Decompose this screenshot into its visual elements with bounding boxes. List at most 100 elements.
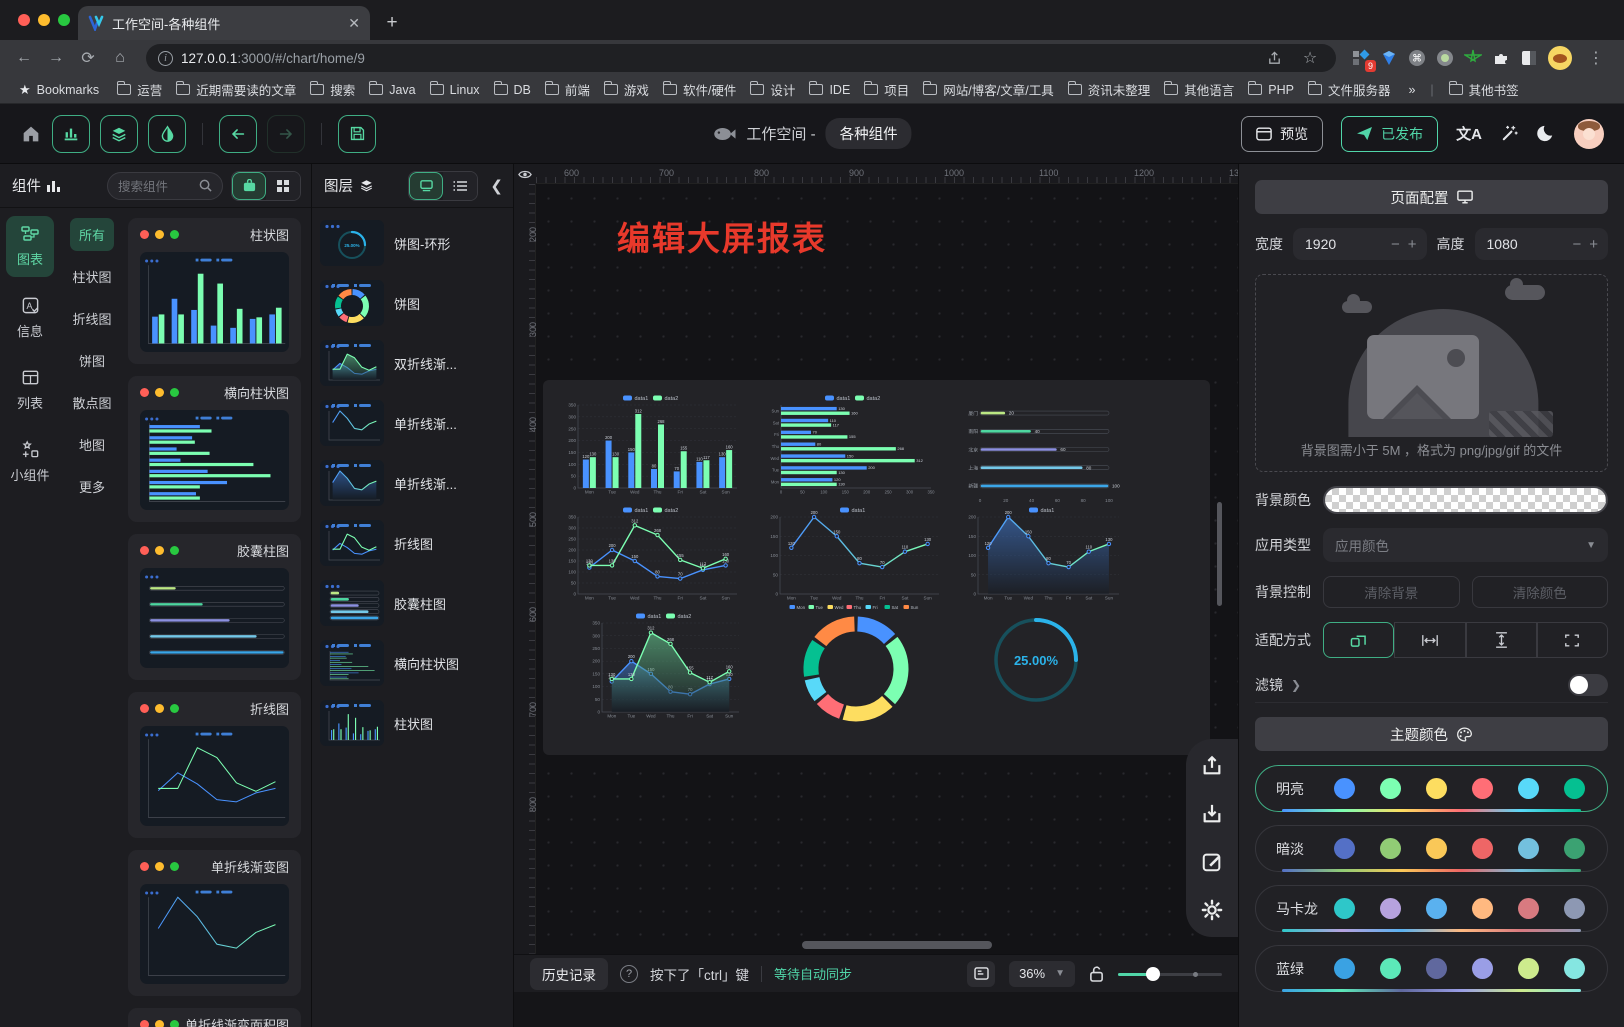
import-button[interactable] xyxy=(1199,801,1225,827)
bookmark-item[interactable]: 网站/博客/文章/工具 xyxy=(916,77,1060,102)
height-input[interactable]: 1080 −+ xyxy=(1475,228,1609,260)
layout-panel-button[interactable] xyxy=(967,961,995,987)
profile-avatar[interactable] xyxy=(1548,46,1572,70)
app-type-select[interactable]: 应用颜色 ▼ xyxy=(1323,528,1608,562)
undo-button[interactable] xyxy=(219,115,257,153)
single-view-toggle[interactable] xyxy=(232,172,266,200)
fit-width-option[interactable] xyxy=(1394,622,1465,658)
app-home-icon[interactable] xyxy=(20,123,42,145)
layer-item-饼图-环形[interactable]: 25.00%饼图-环形 xyxy=(320,220,505,266)
canvas-chart-area2[interactable]: data1data2050100150200250300350MonTueWed… xyxy=(587,610,745,722)
clear-color-button[interactable]: 清除颜色 xyxy=(1472,576,1609,608)
bookmark-item[interactable]: 其他语言 xyxy=(1157,77,1241,102)
horizontal-scrollbar[interactable] xyxy=(802,941,992,949)
bookmark-item[interactable]: 文件服务器 xyxy=(1301,77,1398,102)
canvas-chart-hbar2[interactable]: data1data2050100150200250300350MonTueWed… xyxy=(765,392,945,498)
background-upload-dropzone[interactable]: 背景图需小于 5M ，格式为 png/jpg/gif 的文件 xyxy=(1255,274,1608,472)
design-screen[interactable]: data1data2050100150200250300350MonTueWed… xyxy=(543,380,1210,755)
layer-item-单折线渐...[interactable]: 单折线渐... xyxy=(320,400,505,446)
bookmark-item[interactable]: 软件/硬件 xyxy=(656,77,743,102)
home-icon[interactable]: ⌂ xyxy=(106,44,134,72)
browser-menu-icon[interactable]: ⋮ xyxy=(1582,44,1610,72)
browser-tab[interactable]: 工作空间-各种组件 ✕ xyxy=(78,6,370,40)
settings-gear-button[interactable] xyxy=(1199,897,1225,923)
bookmark-item[interactable]: 设计 xyxy=(743,77,802,102)
sidebar-tab-信息[interactable]: A信息 xyxy=(6,287,54,349)
extension-dot-icon[interactable] xyxy=(1436,49,1454,67)
project-name-pill[interactable]: 各种组件 xyxy=(826,118,912,149)
share-icon[interactable] xyxy=(1260,44,1288,72)
fit-full-option[interactable] xyxy=(1537,622,1608,658)
bookmark-item[interactable]: Java xyxy=(362,80,422,100)
other-bookmarks[interactable]: 其他书签 xyxy=(1442,77,1526,102)
language-toggle-icon[interactable]: 文A xyxy=(1456,123,1482,144)
tab-close-icon[interactable]: ✕ xyxy=(348,15,360,32)
canvas-chart-line1[interactable]: data1050100150200MonTueWedThuFriSatSun12… xyxy=(765,504,945,604)
layer-item-横向柱状图[interactable]: 横向柱状图 xyxy=(320,640,505,686)
height-minus-button[interactable]: − xyxy=(1572,236,1581,253)
canvas-chart-ring[interactable]: 25.00% xyxy=(981,598,1091,716)
layers-panel-toggle-button[interactable] xyxy=(100,115,138,153)
search-input[interactable]: 搜索组件 xyxy=(107,172,223,200)
height-plus-button[interactable]: + xyxy=(1589,236,1598,253)
fit-scale-option[interactable] xyxy=(1323,622,1394,658)
bookmark-item[interactable]: IDE xyxy=(802,80,857,100)
save-button[interactable] xyxy=(338,115,376,153)
canvas-chart-bar2[interactable]: data1data2050100150200250300350MonTueWed… xyxy=(563,392,743,498)
fit-height-option[interactable] xyxy=(1466,622,1537,658)
bookmark-item[interactable]: 项目 xyxy=(857,77,916,102)
export-button[interactable] xyxy=(1199,753,1225,779)
clear-background-button[interactable]: 清除背景 xyxy=(1323,576,1460,608)
site-info-icon[interactable]: i xyxy=(158,51,173,66)
sidebar-tab-图表[interactable]: 图表 xyxy=(6,216,54,277)
bookmark-item[interactable]: 运营 xyxy=(110,77,169,102)
vertical-scrollbar[interactable] xyxy=(1217,502,1222,606)
zoom-window-button[interactable] xyxy=(58,14,70,26)
close-window-button[interactable] xyxy=(18,14,30,26)
theme-row-暗淡[interactable]: 暗淡 xyxy=(1255,825,1608,872)
forward-icon[interactable]: → xyxy=(42,44,70,72)
publish-button[interactable]: 已发布 xyxy=(1341,116,1438,152)
bg-color-swatch[interactable] xyxy=(1323,486,1608,514)
category-柱状图[interactable]: 柱状图 xyxy=(64,260,121,293)
theme-row-马卡龙[interactable]: 马卡龙 xyxy=(1255,885,1608,932)
reload-icon[interactable]: ⟳ xyxy=(74,44,102,72)
back-icon[interactable]: ← xyxy=(10,44,38,72)
new-tab-button[interactable]: + xyxy=(378,9,406,37)
zoom-level-select[interactable]: 36% ▼ xyxy=(1009,961,1075,987)
width-plus-button[interactable]: + xyxy=(1408,236,1417,253)
category-所有[interactable]: 所有 xyxy=(70,218,114,251)
bookmark-item[interactable]: Linux xyxy=(423,80,487,100)
component-card-折线图[interactable]: 折线图 xyxy=(128,692,301,838)
minimize-window-button[interactable] xyxy=(38,14,50,26)
ruler-eye-toggle[interactable] xyxy=(514,164,536,184)
page-config-header[interactable]: 页面配置 xyxy=(1255,180,1608,214)
component-card-横向柱状图[interactable]: 横向柱状图 xyxy=(128,376,301,522)
category-更多[interactable]: 更多 xyxy=(70,470,114,503)
canvas-chart-capsule[interactable]: 厦门20南阳40北京60上海80新疆100020406080100 xyxy=(963,396,1125,508)
chevron-right-icon[interactable]: ❯ xyxy=(1291,678,1301,692)
component-card-柱状图[interactable]: 柱状图 xyxy=(128,218,301,364)
component-card-单折线渐变面积图[interactable]: 单折线渐变面积图 xyxy=(128,1008,301,1027)
user-avatar[interactable] xyxy=(1574,119,1604,149)
layer-item-双折线渐...[interactable]: 双折线渐... xyxy=(320,340,505,386)
puzzle-extensions-icon[interactable] xyxy=(1492,49,1510,67)
details-panel-toggle-button[interactable] xyxy=(148,115,186,153)
collapse-panel-chevron[interactable]: ❮ xyxy=(484,177,505,195)
sidebar-tab-列表[interactable]: 列表 xyxy=(6,359,54,421)
list-view-toggle[interactable] xyxy=(443,172,477,200)
width-minus-button[interactable]: − xyxy=(1391,236,1400,253)
history-button[interactable]: 历史记录 xyxy=(530,958,608,990)
extension-gem-icon[interactable] xyxy=(1380,49,1398,67)
dark-mode-moon-icon[interactable] xyxy=(1537,124,1556,143)
category-地图[interactable]: 地图 xyxy=(70,428,114,461)
redo-button[interactable] xyxy=(267,115,305,153)
canvas-chart-area1[interactable]: data1050100150200MonTueWedThuFriSatSun12… xyxy=(963,504,1125,604)
bookmarks-overflow-chevron[interactable]: » xyxy=(1401,80,1422,100)
address-bar[interactable]: i 127.0.0.1:3000/#/chart/home/9 ☆ xyxy=(146,44,1336,72)
category-散点图[interactable]: 散点图 xyxy=(64,386,121,419)
theme-row-蓝绿[interactable]: 蓝绿 xyxy=(1255,945,1608,992)
layer-item-折线图[interactable]: 折线图 xyxy=(320,520,505,566)
layer-item-胶囊柱图[interactable]: 胶囊柱图 xyxy=(320,580,505,626)
bookmark-item[interactable]: 近期需要读的文章 xyxy=(169,77,303,102)
